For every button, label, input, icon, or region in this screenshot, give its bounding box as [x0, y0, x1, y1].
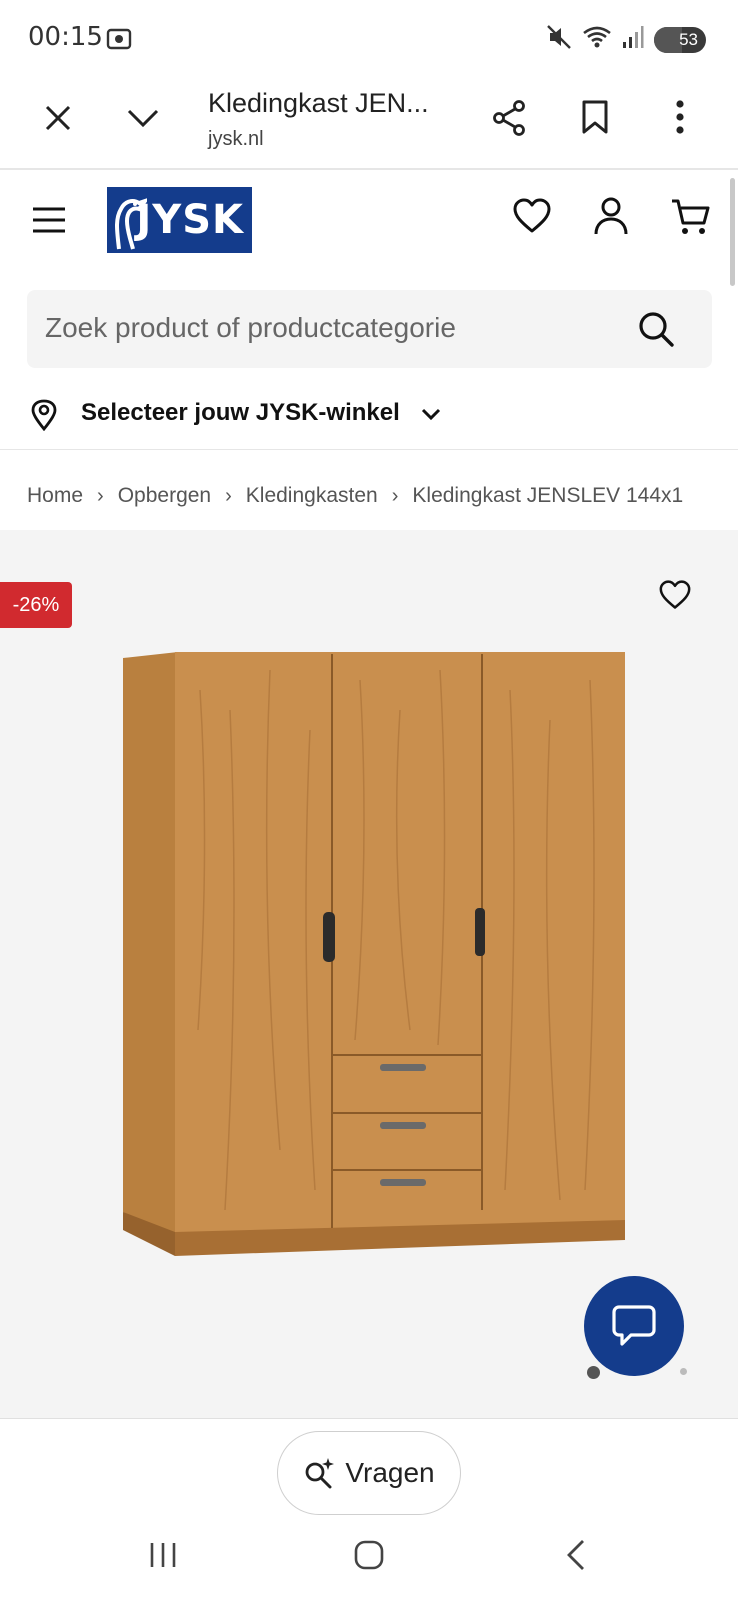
discount-badge: -26% [0, 582, 72, 628]
logo-text: JYSK [136, 197, 244, 243]
tab-title: Kledingkast JEN... [208, 88, 429, 118]
add-to-wishlist-heart-icon[interactable] [659, 580, 691, 615]
gallery-dot-active[interactable] [587, 1366, 600, 1379]
breadcrumb-item-home[interactable]: Home [27, 484, 83, 508]
recent-apps-icon[interactable] [148, 1540, 178, 1575]
share-icon[interactable] [492, 100, 528, 141]
breadcrumb-item-kledingkasten[interactable]: Kledingkasten [246, 484, 378, 508]
signal-icon [622, 25, 644, 54]
status-time: 00:15 [28, 22, 103, 52]
location-pin-icon [31, 399, 57, 436]
wishlist-heart-icon[interactable] [513, 198, 551, 239]
ask-bar: Vragen [0, 1418, 738, 1524]
screenshot-icon [106, 26, 132, 57]
battery-level: 53 [679, 29, 698, 49]
mute-icon [546, 24, 572, 55]
search-placeholder: Zoek product of productcategorie [45, 312, 456, 343]
back-icon[interactable] [565, 1539, 587, 1576]
breadcrumb-item-opbergen[interactable]: Opbergen [118, 484, 211, 508]
breadcrumb: Home › Opbergen › Kledingkasten › Kledin… [27, 476, 738, 516]
close-icon[interactable] [44, 104, 72, 137]
search-input[interactable]: Zoek product of productcategorie [27, 290, 712, 368]
ai-search-sparkle-icon [305, 1458, 335, 1489]
chat-bubble-icon [612, 1305, 656, 1346]
gallery-dot[interactable] [680, 1368, 687, 1375]
status-icons: 53 [546, 24, 706, 55]
more-options-icon[interactable] [675, 100, 685, 139]
system-navigation-bar [0, 1524, 738, 1600]
breadcrumb-item-current: Kledingkast JENSLEV 144x1 [412, 484, 684, 507]
status-bar: 00:15 53 [0, 0, 738, 78]
store-selector[interactable]: Selecteer jouw JYSK-winkel [0, 385, 738, 450]
store-selector-label: Selecteer jouw JYSK-winkel [81, 399, 400, 426]
jysk-logo[interactable]: JYSK [107, 187, 252, 253]
chevron-right-icon: › [225, 484, 232, 507]
goose-logo-icon [115, 198, 147, 250]
wifi-icon [582, 25, 612, 54]
product-image-gallery[interactable]: -26% [0, 530, 738, 1418]
search-icon[interactable] [637, 310, 675, 353]
ask-button[interactable]: Vragen [277, 1431, 461, 1515]
home-icon[interactable] [353, 1539, 385, 1576]
site-header: JYSK [0, 170, 738, 280]
chevron-down-icon [421, 408, 441, 427]
chevron-right-icon: › [97, 484, 104, 507]
chevron-right-icon: › [391, 484, 399, 507]
wardrobe-product-image [123, 652, 625, 1256]
tab-url: jysk.nl [208, 128, 264, 150]
custom-tab-header: Kledingkast JEN... jysk.nl [0, 78, 738, 170]
ask-label: Vragen [345, 1457, 435, 1488]
chevron-down-icon[interactable] [126, 108, 160, 133]
battery-indicator: 53 [654, 26, 706, 53]
bookmark-icon[interactable] [581, 100, 609, 139]
chat-button[interactable] [584, 1276, 684, 1376]
cart-icon[interactable] [671, 198, 711, 241]
menu-icon[interactable] [32, 206, 66, 239]
account-icon[interactable] [593, 196, 629, 241]
